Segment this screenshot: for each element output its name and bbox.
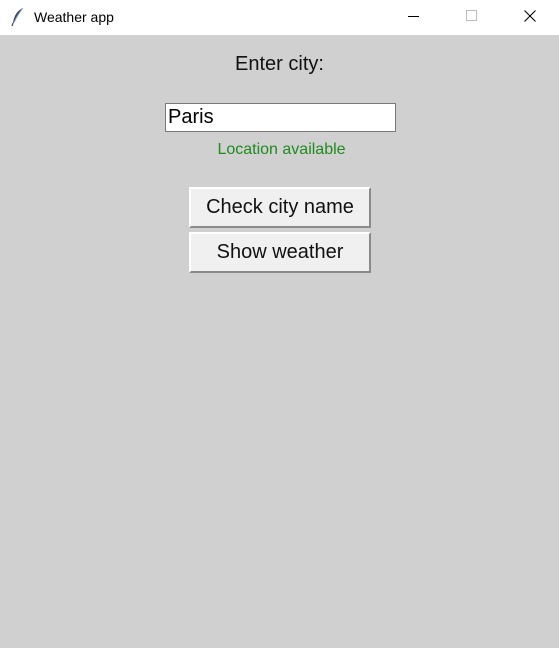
enter-city-label: Enter city: [235, 53, 324, 75]
title-bar[interactable]: Weather app [0, 0, 559, 35]
minimize-button[interactable] [385, 0, 443, 35]
check-city-name-button[interactable]: Check city name [189, 187, 371, 228]
maximize-icon [466, 9, 478, 27]
city-input[interactable] [165, 103, 396, 132]
feather-icon [10, 7, 26, 27]
close-button[interactable] [501, 0, 559, 35]
location-status-text: Location available [217, 141, 346, 158]
main-content: Enter city: Location available Check cit… [0, 35, 559, 648]
minimize-icon [408, 9, 420, 27]
show-weather-button[interactable]: Show weather [189, 232, 371, 273]
window-title: Weather app [34, 9, 114, 25]
app-window: Weather app Enter city: Paris Location a… [0, 0, 559, 648]
maximize-button[interactable] [443, 0, 501, 35]
close-icon [524, 9, 536, 27]
